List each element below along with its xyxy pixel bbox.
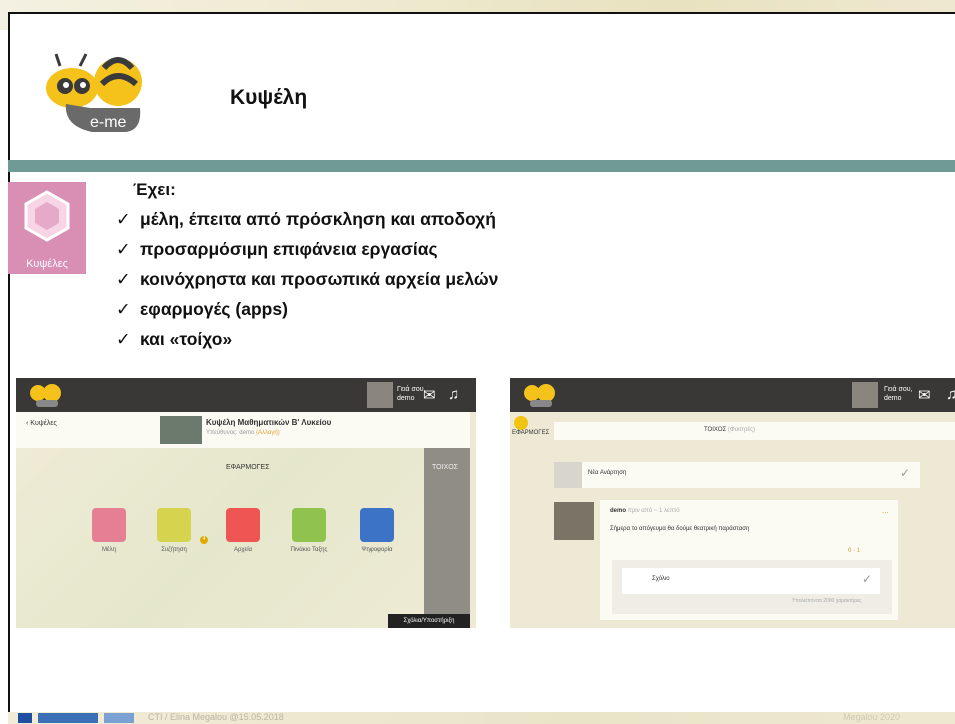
comment-placeholder: Σχόλιο [652, 576, 670, 582]
top-bar: Γειά σου, demo ✉ ♫ [16, 378, 476, 412]
app-label: Αρχεία [233, 547, 253, 553]
e-me-mini-logo[interactable] [26, 381, 66, 409]
intro-text: Έχει: [133, 180, 176, 199]
new-post-placeholder: Νέα Ανάρτηση [588, 470, 627, 476]
programme-logo [38, 713, 98, 723]
hives-tile-label: Κυψέλες [26, 258, 68, 270]
post-reactions[interactable]: 0 · 1 [848, 548, 860, 554]
post-author-photo [554, 502, 594, 540]
hexagon-icon [24, 190, 70, 242]
comment-check-icon[interactable]: ✓ [862, 572, 872, 586]
hives-tile: Κυψέλες [8, 182, 86, 274]
feature-list: ✓ μέλη, έπειτα από πρόσκληση και αποδοχή … [116, 204, 498, 354]
hive-badge-icon[interactable] [514, 416, 528, 430]
avatar[interactable] [852, 382, 878, 408]
check-icon: ✓ [116, 209, 131, 229]
hive-wall-screenshot: Γειά σου, demo ✉ ♫ ΕΦΑΡΜΟΓΕΣ ΤΟΙΧΟΣ (Φοιτ… [510, 378, 955, 628]
check-icon: ✓ [116, 299, 131, 319]
e-me-logo: e-me [46, 53, 142, 132]
new-post-field[interactable]: Νέα Ανάρτηση ✓ [554, 462, 920, 488]
app-label: Μέλη [101, 547, 116, 553]
post-header: demo πριν από ~ 1 λεπτό [610, 508, 680, 514]
bell-icon[interactable]: ♫ [946, 386, 955, 403]
avatar[interactable] [367, 382, 393, 408]
apps-header: ΕΦΑΡΜΟΓΕΣ [226, 464, 270, 471]
support-button[interactable]: Σχόλια/Υποστήριξη [388, 614, 470, 628]
mail-icon[interactable]: ✉ [423, 386, 436, 404]
list-item: ✓ κοινόχρηστα και προσωπικά αρχεία μελών [116, 264, 498, 294]
wall-side-panel[interactable]: ΤΟΙΧΟΣ [424, 448, 470, 628]
pencil-icon [554, 462, 582, 488]
slide-title: Κυψέλη [230, 86, 308, 109]
espa-logo [104, 713, 134, 723]
hive-title: Κυψέλη Μαθηματικών Β' Λυκείου [206, 418, 332, 427]
title-band [8, 160, 955, 172]
mail-icon[interactable]: ✉ [918, 386, 931, 404]
hive-image [160, 416, 202, 444]
wall-header: ΤΟΙΧΟΣ (Φοιτητές) [704, 427, 756, 433]
greeting: Γειά σου, demo [397, 386, 426, 402]
slide: e-me Κυψέλη Κυψέλες Έχει: ✓ μέλη, έπειτα … [0, 0, 955, 724]
footer-credit: CTI / Elina Megalou @15.05.2018 [148, 712, 284, 722]
char-counter: Υπολείπονται 2000 χαρακτήρες [792, 598, 862, 604]
list-item: ✓ προσαρμόσιμη επιφάνεια εργασίας [116, 234, 498, 264]
hive-owner: Υπεύθυνος: demo (Αλλαγή) [206, 430, 280, 436]
chat-app[interactable] [157, 508, 191, 542]
wall-post: demo πριν από ~ 1 λεπτό ... Σήμερα το απ… [600, 500, 898, 620]
poll-app[interactable] [360, 508, 394, 542]
post-text: Σήμερα το απόγευμα θα δούμε θεατρική παρ… [610, 526, 750, 532]
submit-check-icon[interactable]: ✓ [900, 466, 910, 480]
app-label: Πινάκιο Ταξης [290, 547, 328, 553]
post-menu[interactable]: ... [882, 506, 889, 515]
bell-icon[interactable]: ♫ [448, 386, 459, 403]
app-label: Ψηφοφορία [361, 547, 393, 553]
footer-bar: CTI / Elina Megalou @15.05.2018 Megalou … [8, 712, 955, 724]
comment-input[interactable]: Σχόλιο ✓ [622, 568, 880, 594]
check-icon: ✓ [116, 269, 131, 289]
eu-flag-icon [18, 713, 32, 723]
app-label: Συζήτηση [161, 547, 187, 553]
comment-box: Σχόλιο ✓ Υπολείπονται 2000 χαρακτήρες [612, 560, 892, 614]
check-icon: ✓ [116, 329, 131, 349]
files-app[interactable] [226, 508, 260, 542]
top-bar: Γειά σου, demo ✉ ♫ [510, 378, 955, 412]
members-app[interactable] [92, 508, 126, 542]
check-icon: ✓ [116, 239, 131, 259]
chat-badge: 4 [200, 536, 208, 544]
apps-canvas: ΕΦΑΡΜΟΓΕΣ Μέλη Συζήτηση 4 Αρχεία Πινάκιο… [16, 448, 424, 628]
wall-header: ΤΟΙΧΟΣ [432, 464, 458, 471]
board-app[interactable] [292, 508, 326, 542]
footer-right-text: Megalou 2020 [843, 712, 901, 722]
list-item: ✓ εφαρμογές (apps) [116, 294, 498, 324]
wall-header-bar: ΤΟΙΧΟΣ (Φοιτητές) [554, 422, 955, 440]
list-item: ✓ και «τοίχο» [116, 324, 498, 354]
greeting: Γειά σου, demo [884, 386, 913, 402]
back-link[interactable]: ‹ Κυψέλες [26, 420, 57, 427]
hive-apps-screenshot: Γειά σου, demo ✉ ♫ ‹ Κυψέλες Κυψέλη Μαθημ… [16, 378, 476, 628]
logo-text: e-me [90, 114, 127, 131]
apps-tab[interactable]: ΕΦΑΡΜΟΓΕΣ [512, 430, 549, 436]
list-item: ✓ μέλη, έπειτα από πρόσκληση και αποδοχή [116, 204, 498, 234]
hive-header: ‹ Κυψέλες Κυψέλη Μαθηματικών Β' Λυκείου … [16, 412, 470, 448]
e-me-mini-logo[interactable] [520, 381, 560, 409]
